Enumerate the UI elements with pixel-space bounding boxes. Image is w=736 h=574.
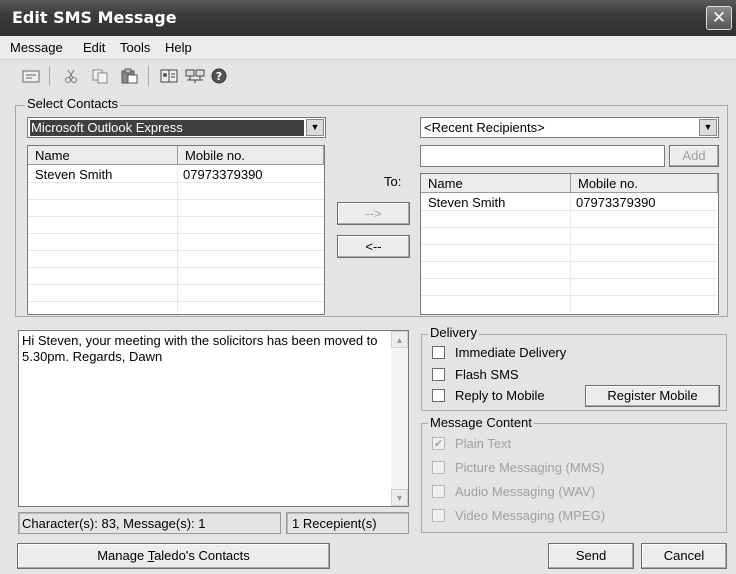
delivery-label: Delivery: [428, 325, 479, 340]
contact-mobile[interactable]: 07973379390: [178, 167, 263, 183]
recipient-number-input[interactable]: [420, 145, 665, 167]
add-recipient-button[interactable]: -->: [337, 202, 410, 225]
toolbar-separator: [49, 66, 50, 86]
contacts-list[interactable]: Name Mobile no. Steven Smith 07973379390: [27, 145, 325, 315]
copy-icon[interactable]: [91, 68, 109, 84]
message-text: Hi Steven, your meeting with the solicit…: [22, 333, 378, 364]
video-messaging-checkbox[interactable]: [432, 509, 445, 522]
immediate-delivery-label: Immediate Delivery: [455, 345, 567, 360]
immediate-delivery-checkbox[interactable]: [432, 346, 445, 359]
flash-sms-checkbox[interactable]: [432, 368, 445, 381]
chevron-down-icon[interactable]: ▼: [306, 119, 324, 136]
paste-icon[interactable]: [120, 68, 138, 84]
message-icon[interactable]: [22, 68, 40, 84]
cancel-button[interactable]: Cancel: [641, 543, 727, 569]
address-book-icon[interactable]: [160, 68, 178, 84]
contact-source-dropdown[interactable]: Microsoft Outlook Express ▼: [27, 117, 326, 138]
add-number-button[interactable]: Add: [669, 145, 719, 167]
recipients-column-mobile[interactable]: Mobile no.: [571, 174, 718, 193]
scroll-up-icon[interactable]: ▲: [391, 331, 408, 348]
recipients-column-name[interactable]: Name: [421, 174, 571, 193]
cut-icon[interactable]: [62, 68, 80, 84]
close-button[interactable]: ✕: [706, 6, 732, 30]
toolbar: [0, 61, 736, 91]
video-messaging-label: Video Messaging (MPEG): [455, 508, 606, 523]
contact-name[interactable]: Steven Smith: [30, 167, 112, 183]
manage-contacts-button[interactable]: Manage Taledo's Contacts: [17, 543, 330, 569]
scroll-down-icon[interactable]: ▼: [391, 489, 408, 506]
send-button[interactable]: Send: [548, 543, 634, 569]
plain-text-checkbox[interactable]: ✔: [432, 437, 445, 450]
select-contacts-label: Select Contacts: [25, 96, 121, 111]
svg-text:?: ?: [216, 70, 222, 83]
character-count-status: Character(s): 83, Message(s): 1: [18, 512, 281, 534]
toolbar-separator: [148, 66, 149, 86]
menu-help[interactable]: Help: [165, 40, 192, 55]
menu-tools[interactable]: Tools: [120, 40, 150, 55]
recipient-name[interactable]: Steven Smith: [423, 195, 505, 211]
network-icon[interactable]: [185, 68, 205, 84]
menu-message[interactable]: Message: [10, 40, 63, 55]
flash-sms-label: Flash SMS: [455, 367, 519, 382]
help-icon[interactable]: ?: [210, 68, 228, 84]
remove-recipient-button[interactable]: <--: [337, 235, 410, 258]
message-scrollbar[interactable]: ▲ ▼: [391, 331, 408, 506]
contacts-column-name[interactable]: Name: [28, 146, 178, 165]
chevron-down-icon[interactable]: ▼: [699, 119, 717, 136]
recipient-count-status: 1 Recepient(s): [286, 512, 409, 534]
reply-to-mobile-checkbox[interactable]: [432, 389, 445, 402]
window-title: Edit SMS Message: [12, 8, 177, 27]
recipients-list[interactable]: Name Mobile no. Steven Smith 07973379390: [420, 173, 719, 315]
recent-recipients-value: <Recent Recipients>: [424, 120, 545, 135]
picture-messaging-label: Picture Messaging (MMS): [455, 460, 605, 475]
reply-to-mobile-label: Reply to Mobile: [455, 388, 545, 403]
message-content-label: Message Content: [428, 415, 534, 430]
menu-edit[interactable]: Edit: [83, 40, 105, 55]
plain-text-label: Plain Text: [455, 436, 512, 451]
contact-source-value: Microsoft Outlook Express: [30, 120, 304, 136]
recent-recipients-dropdown[interactable]: <Recent Recipients> ▼: [420, 117, 719, 138]
recipient-mobile[interactable]: 07973379390: [571, 195, 656, 211]
menu-bar: [0, 36, 736, 60]
contacts-column-mobile[interactable]: Mobile no.: [178, 146, 324, 165]
register-mobile-button[interactable]: Register Mobile: [585, 385, 720, 407]
audio-messaging-checkbox[interactable]: [432, 485, 445, 498]
message-textarea[interactable]: Hi Steven, your meeting with the solicit…: [18, 330, 409, 507]
picture-messaging-checkbox[interactable]: [432, 461, 445, 474]
to-label: To:: [384, 174, 402, 189]
close-icon: ✕: [711, 8, 727, 27]
audio-messaging-label: Audio Messaging (WAV): [455, 484, 596, 499]
